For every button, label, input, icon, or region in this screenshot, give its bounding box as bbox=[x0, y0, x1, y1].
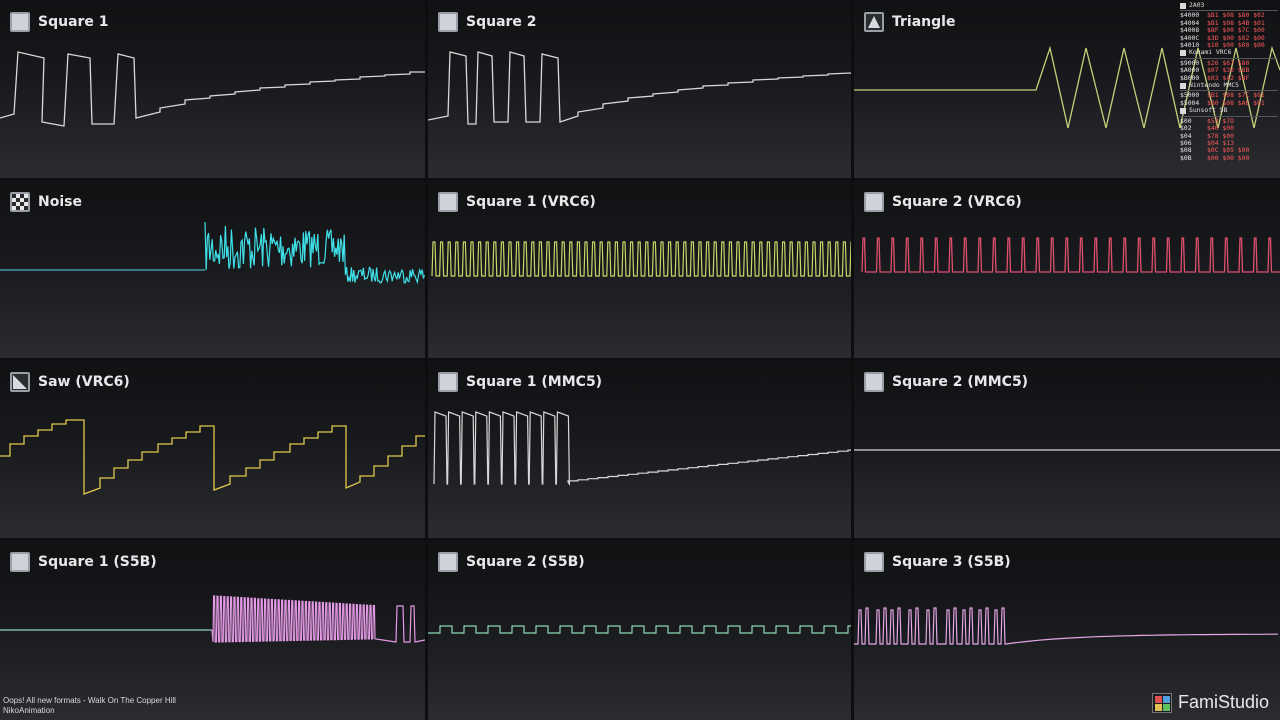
chip-mmc5: Nintendo MMC5 $5000 $B1 $08 $7C $01 $5004… bbox=[1180, 81, 1278, 107]
song-title: Oops! All new formats - Walk On The Copp… bbox=[3, 696, 176, 705]
waveform-square-1-s5b bbox=[0, 595, 425, 643]
chip-icon bbox=[1180, 50, 1186, 57]
channel-panel-square-2: Square 2 bbox=[428, 0, 851, 178]
song-credits: Oops! All new formats - Walk On The Copp… bbox=[3, 696, 176, 716]
famistudio-brand: FamiStudio bbox=[1152, 692, 1269, 713]
register-values: $00 $00 $00 bbox=[1207, 153, 1250, 162]
channel-panel-square-2-vrc6: Square 2 (VRC6) bbox=[854, 180, 1280, 358]
waveform-square-2-mmc5 bbox=[854, 449, 1280, 451]
channel-panel-square-1: Square 1 bbox=[0, 0, 425, 178]
channel-panel-square-2-s5b: Square 2 (S5B) bbox=[428, 540, 851, 720]
register-address: $0B bbox=[1180, 153, 1192, 162]
channel-panel-square-1-mmc5: Square 1 (MMC5) bbox=[428, 360, 851, 538]
channel-panel-noise: Noise bbox=[0, 180, 425, 358]
waveform-square-2-s5b bbox=[428, 625, 851, 634]
oscilloscope-grid: Square 1 Square 2 Triangle Noise Square … bbox=[0, 0, 1280, 720]
chip-name: 2A03 bbox=[1189, 2, 1205, 9]
chip-icon bbox=[1180, 2, 1186, 9]
chip-name: Sunsoft 5B bbox=[1189, 106, 1228, 115]
waveform-square-1-mmc5 bbox=[433, 411, 851, 486]
waveform-square-2 bbox=[428, 51, 851, 125]
channel-panel-square-1-vrc6: Square 1 (VRC6) bbox=[428, 180, 851, 358]
famistudio-logo-icon bbox=[1152, 692, 1172, 713]
chip-name: Konami VRC6 bbox=[1189, 48, 1232, 57]
waveform-noise bbox=[0, 221, 425, 285]
channel-panel-square-2-mmc5: Square 2 (MMC5) bbox=[854, 360, 1280, 538]
channel-panel-saw-vrc6: Saw (VRC6) bbox=[0, 360, 425, 538]
chip-vrc6: Konami VRC6 $9000 $26 $67 $80 $A000 $07 $3… bbox=[1180, 49, 1278, 82]
waveform-saw-vrc6 bbox=[0, 419, 425, 495]
brand-name: FamiStudio bbox=[1178, 692, 1270, 712]
waveform-square-1 bbox=[0, 51, 425, 127]
chip-icon bbox=[1180, 82, 1186, 89]
register-viewer: 2A03 $4000 $B1 $08 $80 $02 $4004 $B1 $08 $… bbox=[1180, 2, 1278, 170]
chip-2a03: 2A03 $4000 $B1 $08 $80 $02 $4004 $B1 $08 $… bbox=[1180, 2, 1278, 49]
chip-icon bbox=[1180, 107, 1186, 114]
chip-s5b: Sunsoft 5B $00 $53 $7D $02 $40 $00 $04 $78 … bbox=[1180, 106, 1278, 162]
song-author: NikoAnimation bbox=[3, 706, 55, 715]
waveform-square-1-vrc6 bbox=[431, 241, 851, 277]
waveform-square-2-vrc6 bbox=[861, 237, 1280, 273]
channel-panel-square-1-s5b: Square 1 (S5B) bbox=[0, 540, 425, 720]
chip-name: Nintendo MMC5 bbox=[1189, 81, 1240, 90]
